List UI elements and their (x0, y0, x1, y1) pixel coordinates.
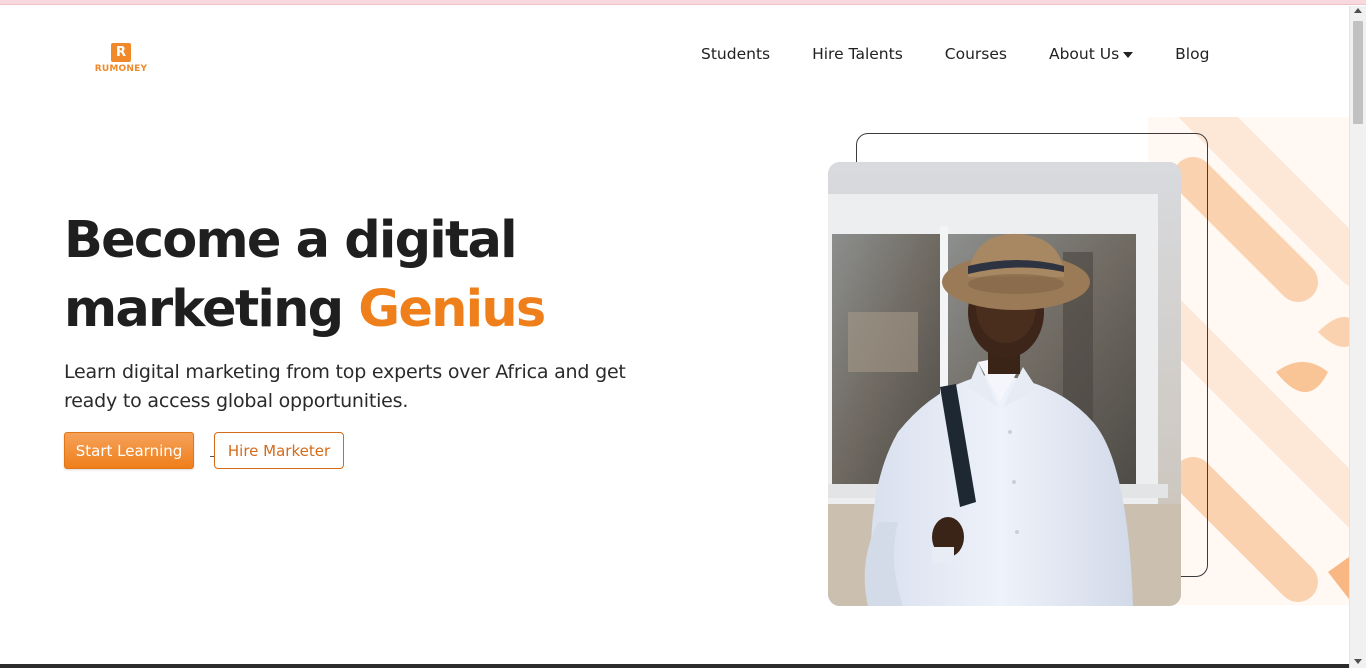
start-learning-button[interactable]: Start Learning (64, 432, 194, 469)
nav-item-hire-talents[interactable]: Hire Talents (812, 45, 903, 63)
hero-title-line2: marketing (64, 280, 359, 339)
nav-item-label: Hire Talents (812, 45, 903, 63)
nav-item-label: Blog (1175, 45, 1210, 63)
nav-item-label: Courses (944, 45, 1007, 63)
logo-letter: R (115, 45, 126, 60)
hire-marketer-button[interactable]: Hire Marketer (214, 432, 344, 469)
scroll-down-arrow-icon[interactable] (1354, 659, 1362, 664)
logo-wordmark: RUMONEY (94, 64, 148, 74)
hero-title-accent: Genius (358, 280, 546, 339)
main-nav: Students Hire Talents Courses About Us B… (701, 43, 1209, 65)
nav-item-students[interactable]: Students (701, 45, 770, 63)
browser-top-strip (0, 0, 1366, 5)
nav-item-courses[interactable]: Courses (945, 45, 1007, 63)
caret-down-icon (1123, 51, 1134, 58)
hero-title: Become a digital marketing Genius (64, 206, 704, 344)
hero-title-line1: Become a digital (64, 211, 518, 270)
page-scrollbar[interactable] (1349, 6, 1366, 668)
rumoney-logo[interactable]: R RUMONEY (92, 43, 150, 77)
hero-photo (828, 162, 1181, 606)
scroll-thumb[interactable] (1353, 21, 1363, 124)
bottom-edge-bar (0, 664, 1349, 668)
scroll-up-arrow-icon[interactable] (1354, 8, 1362, 13)
logo-mark-icon: R (111, 43, 131, 62)
man-with-hat-photo (828, 162, 1181, 606)
hero-subtitle: Learn digital marketing from top experts… (64, 361, 626, 412)
nav-item-about-us[interactable]: About Us (1048, 45, 1134, 63)
nav-item-label: About Us (1048, 45, 1120, 63)
nav-item-label: Students (701, 45, 771, 63)
nav-item-blog[interactable]: Blog (1175, 45, 1209, 63)
